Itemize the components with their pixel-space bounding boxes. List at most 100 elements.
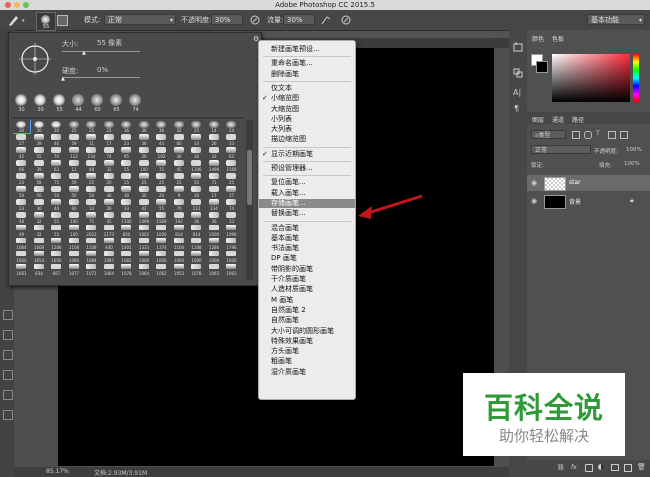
brush-preset-cell[interactable]: 24 <box>223 120 240 133</box>
brush-preset-cell[interactable]: 66 <box>13 159 30 172</box>
brush-preset-cell[interactable]: 42 <box>136 198 153 211</box>
brush-preset-cell[interactable]: 55 <box>153 198 170 211</box>
brush-preset-cell[interactable]: 1569 <box>223 159 240 172</box>
brush-preset-cell[interactable]: 1206 <box>48 237 65 250</box>
tool-icon[interactable] <box>3 410 13 420</box>
brush-preset-cell[interactable]: 26 <box>101 198 118 211</box>
brush-preset-cell[interactable]: 42 <box>13 146 30 159</box>
brush-preset-cell[interactable]: 134 <box>83 146 100 159</box>
brush-preset-cell[interactable]: 1000 <box>188 250 205 263</box>
brush-preset-cell[interactable]: 1286 <box>206 237 223 250</box>
pressure-opacity-icon[interactable] <box>250 15 260 25</box>
brush-preset-cell[interactable]: 55 <box>118 159 135 172</box>
brush-preset-cell[interactable]: 50 <box>13 185 30 198</box>
brush-preset-cell[interactable]: 667 <box>48 263 65 276</box>
brush-preset-cell[interactable]: 1064 <box>136 263 153 276</box>
brush-preset-cell[interactable]: 50 <box>31 185 48 198</box>
brush-preset-cell[interactable]: 23 <box>118 133 135 146</box>
fill-value[interactable]: 100% <box>624 161 640 167</box>
brush-preset-cell[interactable]: 1063 <box>206 263 223 276</box>
recent-brush-swatch[interactable]: 30 <box>13 93 30 115</box>
brush-preset-cell[interactable]: 26 <box>206 133 223 146</box>
hardness-slider-handle[interactable]: ▲ <box>61 76 65 82</box>
brush-preset-cell[interactable]: 30 <box>31 120 48 133</box>
brush-preset-cell[interactable]: 1569 <box>153 211 170 224</box>
flow-input[interactable]: 30% <box>283 14 315 25</box>
new-group-icon[interactable] <box>611 464 619 471</box>
menu-item[interactable]: M 画笔 <box>259 296 355 305</box>
size-value[interactable]: 55 像素 <box>97 38 122 48</box>
brush-preset-cell[interactable]: 45 <box>101 211 118 224</box>
menu-item[interactable]: 新建画笔预设... <box>259 45 355 54</box>
brush-preset-cell[interactable]: 36 <box>118 120 135 133</box>
tool-icon[interactable] <box>3 350 13 360</box>
smart-object-filter-icon[interactable] <box>620 131 628 139</box>
background-color-swatch[interactable] <box>536 61 548 73</box>
menu-item[interactable]: 复位画笔... <box>259 178 355 187</box>
brush-preset-cell[interactable]: 60 <box>171 133 188 146</box>
brush-preset-cell[interactable]: 74 <box>223 198 240 211</box>
layer-filter-select[interactable]: ⌕类型 <box>531 130 566 139</box>
brush-preset-cell[interactable]: 44 <box>48 198 65 211</box>
brush-preset-cell[interactable]: 1660 <box>13 250 30 263</box>
brush-preset-cell[interactable]: 55 <box>48 224 65 237</box>
brush-preset-cell[interactable]: 75 <box>83 211 100 224</box>
mode-select[interactable]: 正常 ▾ <box>104 14 176 25</box>
menu-item[interactable]: 存储画笔... <box>259 198 355 208</box>
brush-preset-cell[interactable]: 55 <box>48 211 65 224</box>
adjustment-filter-icon[interactable] <box>584 131 592 139</box>
brush-preset-cell[interactable]: 1090 <box>66 250 83 263</box>
brush-preset-cell[interactable]: 11 <box>66 159 83 172</box>
brush-preset-cell[interactable]: 1099 <box>223 224 240 237</box>
brush-preset-cell[interactable]: 49 <box>13 224 30 237</box>
menu-item[interactable]: 重命名画笔... <box>259 59 355 68</box>
brush-preset-cell[interactable]: 50 <box>66 185 83 198</box>
brush-preset-cell[interactable]: 59 <box>66 172 83 185</box>
size-slider[interactable] <box>62 51 140 52</box>
menu-item[interactable]: 仅文本 <box>259 84 355 93</box>
brush-preset-cell[interactable]: 17 <box>223 185 240 198</box>
tool-icon[interactable] <box>3 330 13 340</box>
menu-item[interactable]: 特殊效果画笔 <box>259 337 355 346</box>
brush-preset-cell[interactable]: 30 <box>13 120 31 134</box>
brush-preset-cell[interactable]: 1000 <box>153 250 170 263</box>
brush-preset-cell[interactable]: 20 <box>101 172 118 185</box>
brush-preset-cell[interactable]: 1000 <box>223 250 240 263</box>
tab-channels[interactable]: 通道 <box>552 115 564 124</box>
eye-icon[interactable]: ◉ <box>531 197 537 205</box>
workspace-select[interactable]: 基本功能 ▾ <box>587 14 645 25</box>
brush-preset-cell[interactable]: 9 <box>171 185 188 198</box>
shape-filter-icon[interactable] <box>608 131 616 139</box>
brush-preset-cell[interactable]: 100 <box>66 211 83 224</box>
menu-item[interactable]: 大小可调的圆形画笔 <box>259 327 355 336</box>
brush-preset-cell[interactable]: 100 <box>136 159 153 172</box>
brush-preset-cell[interactable]: 1106 <box>188 159 205 172</box>
brush-preset-cell[interactable]: 30 <box>188 185 205 198</box>
brush-preset-cell[interactable]: 32 <box>31 224 48 237</box>
brush-preset-cell[interactable]: 50 <box>83 185 100 198</box>
hardness-value[interactable]: 0% <box>97 66 108 74</box>
brush-preset-cell[interactable]: 95 <box>118 146 135 159</box>
brush-preset-picker[interactable]: 55 <box>36 12 56 31</box>
tab-color[interactable]: 颜色 <box>532 34 544 43</box>
tab-swatches[interactable]: 色板 <box>552 34 564 43</box>
brush-preset-cell[interactable]: 32 <box>31 211 48 224</box>
character-icon[interactable]: A| <box>513 88 521 97</box>
brush-preset-cell[interactable]: 1077 <box>66 263 83 276</box>
brush-preset-cell[interactable]: 1401 <box>118 237 135 250</box>
menu-item[interactable]: 大列表 <box>259 125 355 134</box>
brush-preset-cell[interactable]: 1000 <box>206 224 223 237</box>
menu-item[interactable]: 书法画笔 <box>259 244 355 253</box>
type-filter-icon[interactable]: T <box>596 130 600 137</box>
brush-preset-cell[interactable]: 44 <box>153 133 170 146</box>
layer-row[interactable]: ◉ star <box>527 175 650 191</box>
brush-preset-cell[interactable]: 36 <box>188 146 205 159</box>
brush-preset-cell[interactable]: 14 <box>83 198 100 211</box>
brush-preset-cell[interactable]: 71 <box>206 172 223 185</box>
brush-preset-cell[interactable]: 55 <box>31 146 48 159</box>
brush-preset-cell[interactable]: 1661 <box>13 263 30 276</box>
brush-preset-cell[interactable]: 1002 <box>136 224 153 237</box>
brush-preset-cell[interactable]: 1656 <box>48 250 65 263</box>
brush-preset-cell[interactable]: 36 <box>136 133 153 146</box>
brush-preset-cell[interactable]: 1108 <box>188 237 205 250</box>
